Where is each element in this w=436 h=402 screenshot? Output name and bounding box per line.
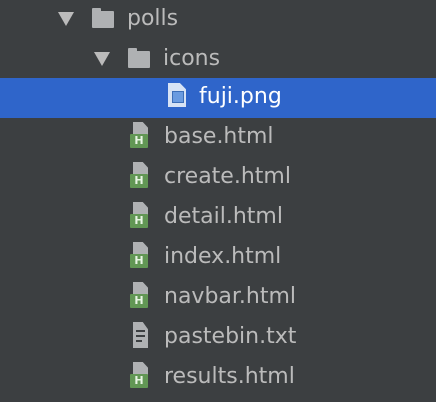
file-label: navbar.html — [164, 284, 297, 309]
file-label: results.html — [164, 364, 295, 389]
expand-arrow-icon[interactable] — [94, 52, 110, 66]
tree-row-base-html[interactable]: H base.html — [0, 118, 436, 158]
file-label: pastebin.txt — [164, 324, 297, 349]
tree-row-navbar-html[interactable]: H navbar.html — [0, 278, 436, 318]
folder-icon — [92, 8, 114, 28]
folder-label: icons — [163, 46, 221, 71]
folder-icon — [128, 48, 150, 68]
expand-arrow-icon[interactable] — [58, 12, 74, 26]
tree-row-index-html[interactable]: H index.html — [0, 238, 436, 278]
image-file-icon — [166, 83, 188, 111]
file-label: index.html — [164, 244, 282, 269]
tree-row-create-html[interactable]: H create.html — [0, 158, 436, 198]
html-file-icon: H — [130, 162, 152, 190]
file-label: base.html — [164, 124, 274, 149]
html-file-icon: H — [130, 202, 152, 230]
file-label: fuji.png — [199, 84, 282, 109]
tree-row-pastebin-txt[interactable]: pastebin.txt — [0, 318, 436, 358]
tree-row-icons[interactable]: icons — [0, 40, 436, 80]
html-file-icon: H — [130, 282, 152, 310]
tree-row-polls[interactable]: polls — [0, 0, 436, 40]
file-label: create.html — [164, 164, 291, 189]
tree-row-fuji-png[interactable]: fuji.png — [0, 78, 436, 118]
html-file-icon: H — [130, 122, 152, 150]
tree-row-detail-html[interactable]: H detail.html — [0, 198, 436, 238]
file-label: detail.html — [164, 204, 283, 229]
html-file-icon: H — [130, 242, 152, 270]
folder-label: polls — [127, 6, 179, 31]
html-file-icon: H — [130, 362, 152, 390]
tree-row-results-html[interactable]: H results.html — [0, 358, 436, 398]
text-file-icon — [130, 322, 152, 350]
